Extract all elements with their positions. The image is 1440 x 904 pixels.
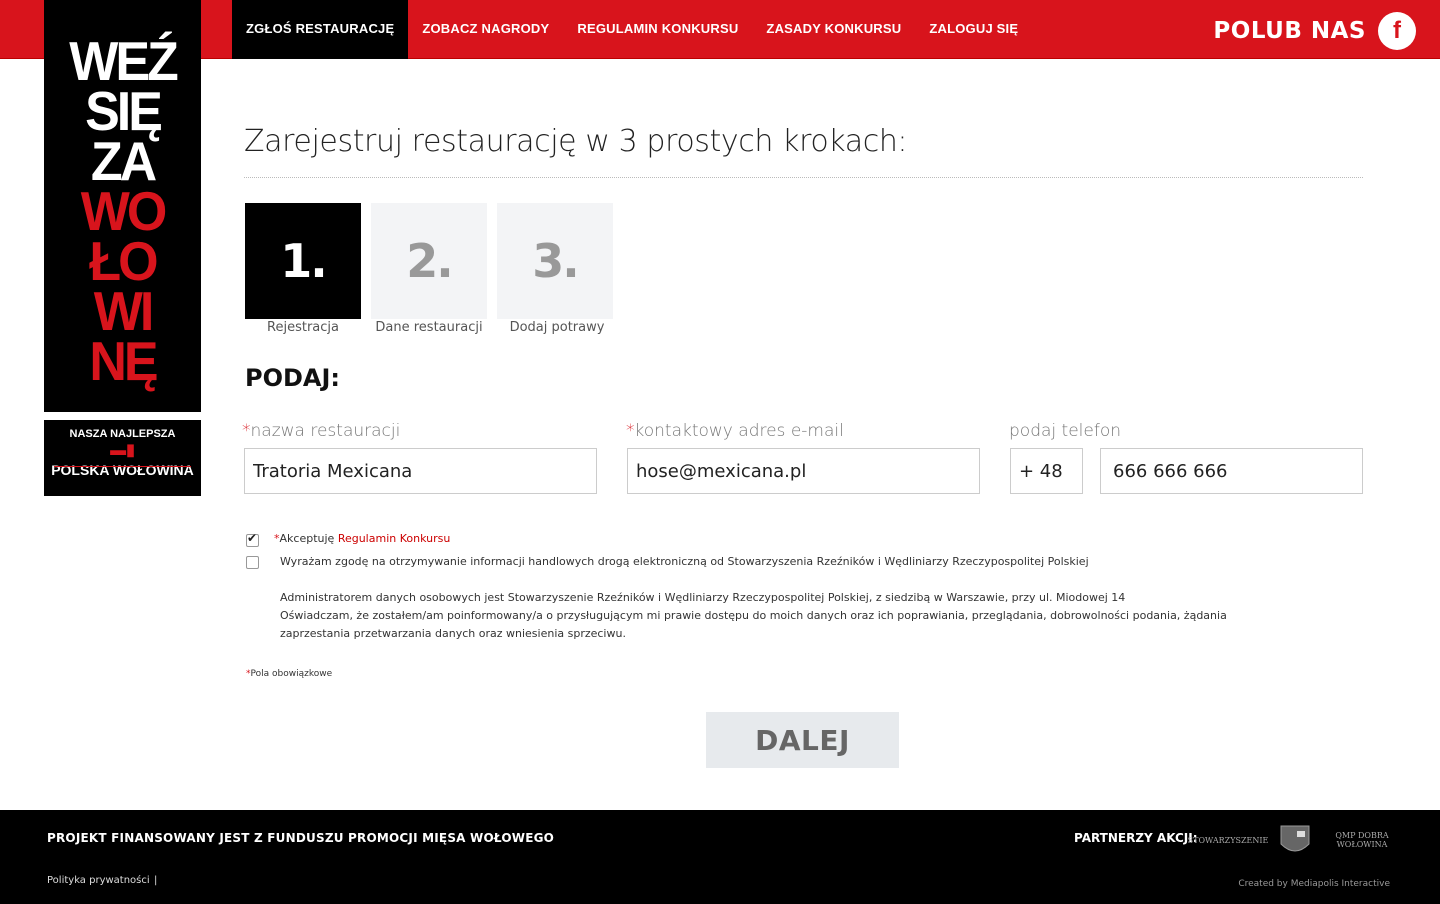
campaign-logo[interactable]: WEŹ SIĘ ZA WO ŁO WI NĘ (44, 0, 201, 412)
accept-rules-checkbox[interactable] (246, 531, 259, 547)
marketing-consent-checkbox[interactable] (246, 556, 259, 569)
data-admin-text: Administratorem danych osobowych jest St… (280, 591, 1126, 604)
restaurant-name-label-text: nazwa restauracji (250, 421, 401, 441)
required-fields-note-text: Pola obowiązkowe (250, 669, 333, 679)
accept-rules-label: Akceptuję (279, 532, 338, 545)
data-rights-statement: Oświadczam, że zostałem/am poinformowany… (280, 609, 1227, 640)
section-heading: PODAJ: (245, 364, 341, 392)
partner-emblem-icon (1280, 825, 1310, 852)
privacy-policy-link[interactable]: Polityka prywatności (47, 875, 150, 886)
phone-prefix-input[interactable] (1010, 448, 1083, 494)
email-label-text: kontaktowy adres e-mail (634, 421, 844, 441)
contest-rules-link[interactable]: Regulamin Konkursu (338, 532, 451, 545)
partners-label: PARTNERZY AKCJI: (1074, 831, 1198, 845)
phone-input[interactable] (1100, 448, 1363, 494)
badge-divider (54, 466, 191, 467)
step-3: 3. (497, 203, 613, 319)
required-fields-note: *Pola obowiązkowe (246, 669, 332, 679)
cow-icon: ▬▮ (110, 442, 135, 459)
partner-logo-qmp[interactable]: QMP DOBRA WOŁOWINA (1333, 820, 1391, 860)
badge-top-text: NASZA NAJLEPSZA (69, 428, 176, 440)
nav-item-contest-rules[interactable]: REGULAMIN KONKURSU (563, 0, 752, 59)
email-input[interactable] (627, 448, 980, 494)
step-2: 2. (371, 203, 487, 319)
logo-line-7: NĘ (89, 331, 158, 393)
like-us: POLUB NAS f (1213, 12, 1416, 50)
step-3-label: Dodaj potrawy (509, 320, 605, 335)
nav-item-login[interactable]: ZALOGUJ SIĘ (915, 0, 1032, 59)
required-mark: * (242, 421, 251, 441)
title-divider (244, 177, 1363, 178)
next-button[interactable]: DALEJ (706, 712, 899, 768)
nav-item-submit-restaurant[interactable]: ZGŁOŚ RESTAURACJĘ (232, 0, 409, 59)
step-1-label: Rejestracja (267, 320, 339, 335)
restaurant-name-label: *nazwa restauracji (242, 421, 400, 441)
step-2-label: Dane restauracji (375, 320, 483, 335)
funding-note: PROJEKT FINANSOWANY JEST Z FUNDUSZU PROM… (47, 831, 555, 845)
phone-label: podaj telefon (1009, 421, 1121, 441)
accept-rules-text: *Akceptuję Regulamin Konkursu (274, 532, 450, 545)
created-by: Created by Mediapolis Interactive (1238, 879, 1390, 889)
facebook-icon[interactable]: f (1378, 12, 1416, 50)
top-bar: ZGŁOŚ RESTAURACJĘ ZOBACZ NAGRODY REGULAM… (0, 0, 1440, 59)
required-mark: * (626, 421, 635, 441)
email-label: *kontaktowy adres e-mail (626, 421, 844, 441)
partner-logo-emblem[interactable] (1278, 820, 1312, 860)
marketing-consent-text: Wyrażam zgodę na otrzymywanie informacji… (280, 555, 1089, 568)
main-nav: ZGŁOŚ RESTAURACJĘ ZOBACZ NAGRODY REGULAM… (232, 0, 1032, 59)
partner-logo-stowarzyszenie[interactable]: STOWARZYSZENIE (1188, 820, 1269, 860)
footer: PROJEKT FINANSOWANY JEST Z FUNDUSZU PROM… (0, 810, 1440, 904)
page-title: Zarejestruj restaurację w 3 prostych kro… (244, 124, 908, 159)
restaurant-name-input[interactable] (244, 448, 597, 494)
footer-separator: | (154, 875, 158, 886)
nav-item-prizes[interactable]: ZOBACZ NAGRODY (408, 0, 563, 59)
badge-bottom-text: POLSKA WOŁOWINA (51, 462, 194, 478)
step-1: 1. (245, 203, 361, 319)
polish-beef-badge: NASZA NAJLEPSZA ▬▮ POLSKA WOŁOWINA (44, 420, 201, 496)
nav-item-contest-principles[interactable]: ZASADY KONKURSU (752, 0, 915, 59)
like-us-label: POLUB NAS (1213, 18, 1366, 44)
